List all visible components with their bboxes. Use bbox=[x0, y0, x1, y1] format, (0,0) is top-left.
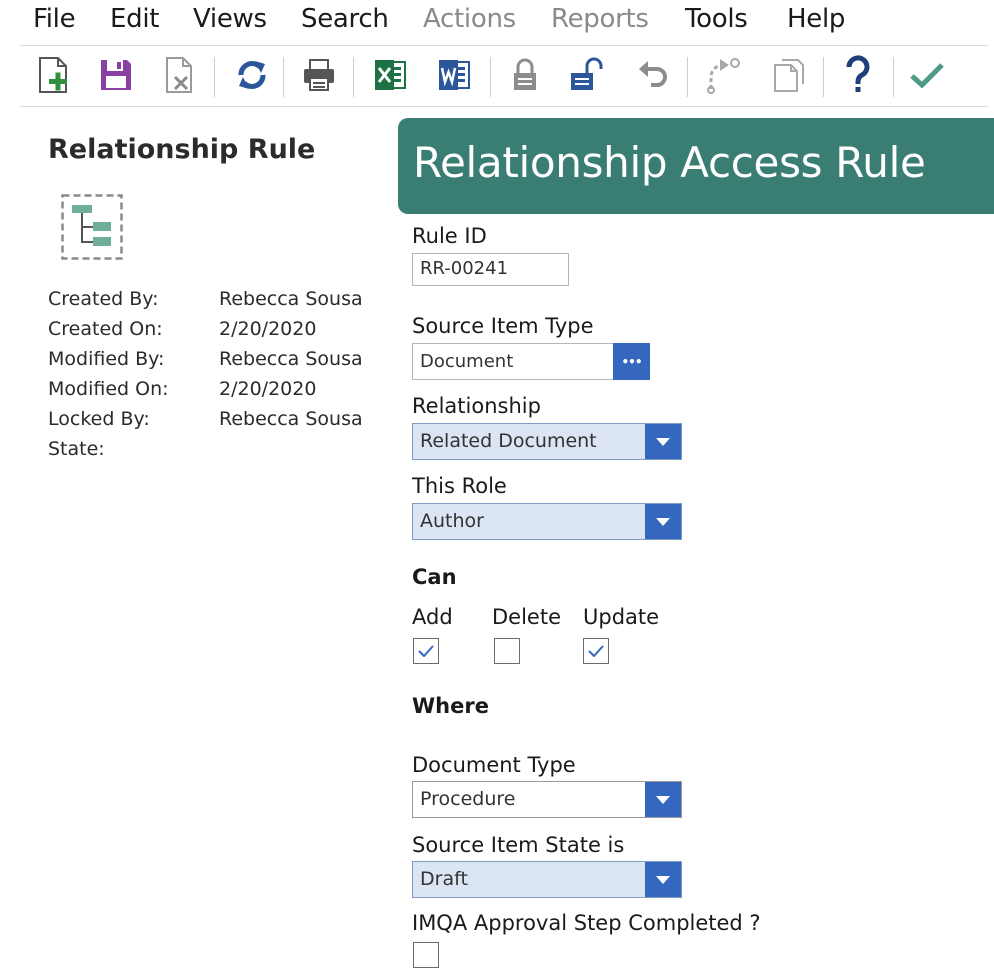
this-role-label: This Role bbox=[412, 474, 507, 498]
lock-icon bbox=[514, 58, 536, 90]
export-word-icon bbox=[439, 60, 470, 90]
where-section-heading: Where bbox=[412, 694, 489, 718]
source-item-type-lookup-button[interactable]: ••• bbox=[613, 343, 650, 380]
toolbar-separator bbox=[893, 57, 894, 97]
relationship-selected-value: Related Document bbox=[420, 430, 597, 452]
promote-button[interactable] bbox=[700, 51, 744, 99]
chevron-down-icon bbox=[656, 795, 670, 804]
modified-on-label: Modified On: bbox=[48, 378, 169, 400]
rule-id-field[interactable]: RR-00241 bbox=[412, 253, 569, 286]
relationship-select[interactable]: Related Document bbox=[412, 423, 682, 460]
save-icon bbox=[101, 60, 131, 90]
document-type-select[interactable]: Procedure bbox=[412, 781, 682, 818]
new-item-icon bbox=[39, 57, 67, 93]
document-type-label: Document Type bbox=[412, 753, 576, 777]
menu-file[interactable]: File bbox=[33, 4, 76, 34]
modified-by-value: Rebecca Sousa bbox=[219, 348, 363, 370]
help-button[interactable] bbox=[836, 51, 880, 99]
menu-tools[interactable]: Tools bbox=[685, 4, 748, 34]
toolbar-separator bbox=[283, 57, 284, 97]
toolbar-separator bbox=[490, 57, 491, 97]
relationship-label: Relationship bbox=[412, 394, 541, 418]
unlock-icon bbox=[571, 57, 603, 90]
toolbar-separator bbox=[214, 57, 215, 97]
locked-by-value: Rebecca Sousa bbox=[219, 408, 363, 430]
toolbar bbox=[0, 47, 994, 105]
source-item-state-selected-value: Draft bbox=[420, 868, 468, 890]
toolbar-divider bbox=[20, 106, 988, 107]
this-role-selected-value: Author bbox=[420, 510, 484, 532]
update-label: Update bbox=[583, 605, 660, 629]
done-icon bbox=[910, 63, 944, 89]
save-button[interactable] bbox=[94, 51, 138, 99]
new-item-button[interactable] bbox=[32, 51, 76, 99]
lock-button[interactable] bbox=[503, 51, 547, 99]
document-type-selected-value: Procedure bbox=[420, 788, 516, 810]
ellipsis-icon: ••• bbox=[621, 354, 642, 369]
toolbar-separator bbox=[353, 57, 354, 97]
menu-bar: File Edit Views Search Actions Reports T… bbox=[0, 0, 994, 46]
locked-by-label: Locked By: bbox=[48, 408, 150, 430]
state-label: State: bbox=[48, 438, 105, 460]
source-item-type-label: Source Item Type bbox=[412, 314, 594, 338]
modified-on-value: 2/20/2020 bbox=[219, 378, 317, 400]
export-excel-icon bbox=[375, 60, 406, 90]
created-by-label: Created By: bbox=[48, 288, 159, 310]
document-type-dropdown-button[interactable] bbox=[645, 782, 681, 817]
menu-actions: Actions bbox=[423, 4, 516, 34]
relationship-rule-icon bbox=[61, 194, 123, 260]
source-item-state-dropdown-button[interactable] bbox=[645, 862, 681, 897]
checkmark-icon bbox=[418, 645, 434, 657]
help-icon bbox=[846, 55, 870, 92]
chevron-down-icon bbox=[656, 437, 670, 446]
this-role-select[interactable]: Author bbox=[412, 503, 682, 540]
export-excel-button[interactable] bbox=[368, 51, 412, 99]
menu-help[interactable]: Help bbox=[787, 4, 845, 34]
done-button[interactable] bbox=[905, 51, 949, 99]
print-icon bbox=[304, 59, 334, 91]
modified-by-label: Modified By: bbox=[48, 348, 165, 370]
undo-button[interactable] bbox=[631, 51, 675, 99]
source-item-type-field[interactable]: Document bbox=[412, 343, 614, 380]
add-label: Add bbox=[412, 605, 453, 629]
source-item-state-select[interactable]: Draft bbox=[412, 861, 682, 898]
toolbar-separator bbox=[823, 57, 824, 97]
update-checkbox[interactable] bbox=[583, 638, 609, 664]
export-word-button[interactable] bbox=[432, 51, 476, 99]
created-on-value: 2/20/2020 bbox=[219, 318, 317, 340]
chevron-down-icon bbox=[656, 875, 670, 884]
discard-button[interactable] bbox=[158, 51, 202, 99]
copy-button[interactable] bbox=[766, 51, 810, 99]
toolbar-separator bbox=[687, 57, 688, 97]
add-checkbox[interactable] bbox=[413, 638, 439, 664]
imqa-approval-label: IMQA Approval Step Completed ? bbox=[412, 911, 761, 935]
chevron-down-icon bbox=[656, 517, 670, 526]
checkmark-icon bbox=[588, 645, 604, 657]
unlock-button[interactable] bbox=[563, 51, 607, 99]
promote-icon bbox=[707, 58, 740, 94]
print-button[interactable] bbox=[297, 51, 341, 99]
created-on-label: Created On: bbox=[48, 318, 163, 340]
refresh-button[interactable] bbox=[230, 51, 274, 99]
delete-checkbox[interactable] bbox=[494, 638, 520, 664]
menu-search[interactable]: Search bbox=[301, 4, 389, 34]
discard-icon bbox=[166, 57, 192, 93]
rule-id-label: Rule ID bbox=[412, 224, 487, 248]
delete-label: Delete bbox=[492, 605, 561, 629]
can-section-heading: Can bbox=[412, 565, 457, 589]
item-type-title: Relationship Rule bbox=[48, 134, 316, 165]
source-item-state-label: Source Item State is bbox=[412, 833, 625, 857]
menu-views[interactable]: Views bbox=[193, 4, 267, 34]
menu-edit[interactable]: Edit bbox=[110, 4, 159, 34]
copy-icon bbox=[774, 59, 804, 92]
menu-reports: Reports bbox=[551, 4, 649, 34]
this-role-dropdown-button[interactable] bbox=[645, 504, 681, 539]
created-by-value: Rebecca Sousa bbox=[219, 288, 363, 310]
menu-divider bbox=[20, 45, 988, 46]
relationship-dropdown-button[interactable] bbox=[645, 424, 681, 459]
undo-icon bbox=[639, 61, 667, 87]
form-title: Relationship Access Rule bbox=[413, 138, 926, 187]
refresh-icon bbox=[238, 61, 266, 89]
imqa-approval-checkbox[interactable] bbox=[413, 942, 439, 968]
